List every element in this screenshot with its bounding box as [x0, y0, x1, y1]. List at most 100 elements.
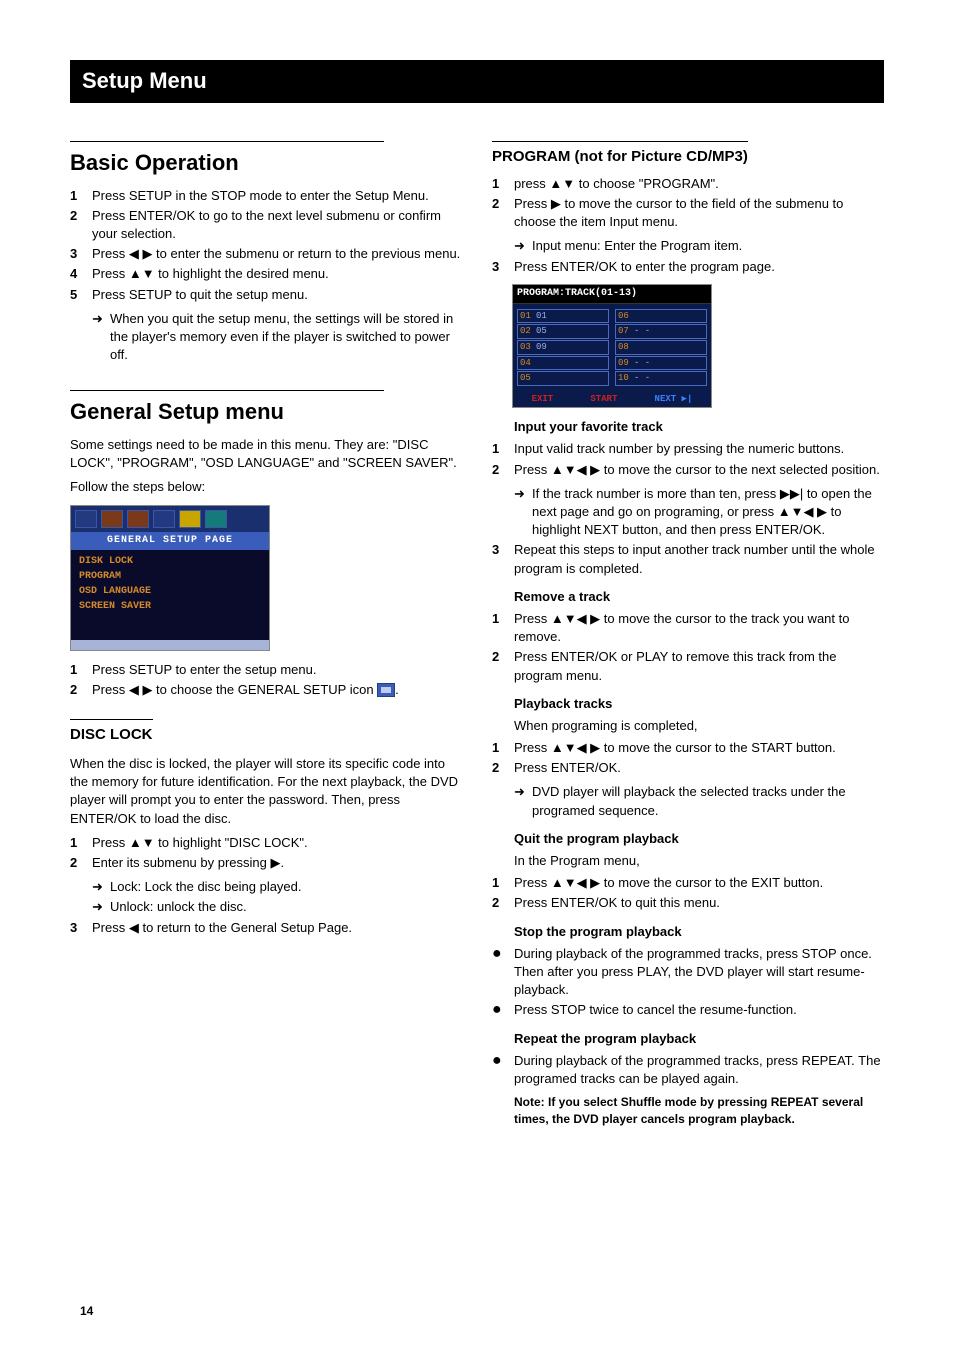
general-setup-heading: General Setup menu	[70, 390, 384, 428]
bullet-text: During playback of the programmed tracks…	[514, 1052, 884, 1088]
input-fav-step3: 3Repeat this steps to input another trac…	[492, 541, 884, 577]
repeat-note: Note: If you select Shuffle mode by pres…	[514, 1094, 884, 1128]
playback-sub: ➜DVD player will playback the selected t…	[514, 783, 884, 819]
osd-tabs	[71, 506, 269, 532]
right-column: PROGRAM (not for Picture CD/MP3) 1press …	[492, 131, 884, 1132]
osd-item: OSD LANGUAGE	[79, 585, 261, 599]
basic-note: ➜ When you quit the setup menu, the sett…	[92, 310, 462, 365]
quit-intro: In the Program menu,	[514, 852, 884, 870]
step-text: Repeat this steps to input another track…	[514, 541, 884, 577]
disc-lock-step3: 3Press ◀ to return to the General Setup …	[70, 919, 462, 937]
step-text: Press SETUP to enter the setup menu.	[92, 661, 462, 679]
arrow-icon: ➜	[514, 237, 532, 255]
arrow-icon: ➜	[514, 783, 532, 819]
osd-start: START	[590, 393, 617, 406]
step-text: Press SETUP in the STOP mode to enter th…	[92, 187, 462, 205]
general-intro-2: Follow the steps below:	[70, 478, 462, 496]
program-osd: PROGRAM:TRACK(01-13) 0101 0205 0309 04 0…	[512, 284, 712, 409]
bullet-icon: ●	[492, 1001, 514, 1019]
bullet-icon: ●	[492, 945, 514, 1000]
step-text: Press ▲▼ to highlight the desired menu.	[92, 265, 462, 283]
osd-header: PROGRAM:TRACK(01-13)	[513, 285, 711, 304]
step-text: press ▲▼ to choose "PROGRAM".	[514, 175, 884, 193]
osd-cell: 0101	[517, 309, 609, 324]
osd-exit: EXIT	[532, 393, 554, 406]
input-fav-sub: ➜If the track number is more than ten, p…	[514, 485, 884, 540]
page-header: Setup Menu	[70, 60, 884, 103]
bullet-text: Press STOP twice to cancel the resume-fu…	[514, 1001, 884, 1019]
basic-operation-heading: Basic Operation	[70, 141, 384, 179]
osd-tab-icon	[179, 510, 201, 528]
osd-cell: 0309	[517, 340, 609, 355]
disc-lock-steps: 1Press ▲▼ to highlight "DISC LOCK". 2Ent…	[70, 834, 462, 872]
program-steps: 1press ▲▼ to choose "PROGRAM". 2Press ▶ …	[492, 175, 884, 232]
osd-cell: 07- -	[615, 324, 707, 339]
osd-cell: 04	[517, 356, 609, 371]
osd-title: GENERAL SETUP PAGE	[71, 532, 269, 550]
disc-lock-sub: ➜Lock: Lock the disc being played.	[92, 878, 462, 896]
step-text: Press ENTER/OK.	[514, 759, 884, 777]
osd-tab-icon	[101, 510, 123, 528]
osd-cell: 08	[615, 340, 707, 355]
general-setup-osd: GENERAL SETUP PAGE DISK LOCK PROGRAM OSD…	[70, 505, 270, 651]
osd-item: SCREEN SAVER	[79, 600, 261, 614]
remove-steps: 1Press ▲▼◀ ▶ to move the cursor to the t…	[492, 610, 884, 685]
step-text: Press ENTER/OK to quit this menu.	[514, 894, 884, 912]
repeat-heading: Repeat the program playback	[514, 1030, 884, 1048]
general-setup-steps: 1Press SETUP to enter the setup menu. 2P…	[70, 661, 462, 699]
osd-col: 06 07- - 08 09- - 10- -	[615, 308, 707, 387]
osd-cell: 06	[615, 309, 707, 324]
step-text: Press ◀ ▶ to choose the GENERAL SETUP ic…	[92, 681, 462, 699]
osd-cell: 10- -	[615, 371, 707, 386]
step-text: Press ◀ ▶ to enter the submenu or return…	[92, 245, 462, 263]
osd-next: NEXT ▶|	[655, 393, 693, 406]
arrow-icon: ➜	[92, 310, 110, 365]
quit-heading: Quit the program playback	[514, 830, 884, 848]
osd-cell: 0205	[517, 324, 609, 339]
input-fav-steps: 1Input valid track number by pressing th…	[492, 440, 884, 478]
step-text: Press ENTER/OK or PLAY to remove this tr…	[514, 648, 884, 684]
step-text: Press ENTER/OK to go to the next level s…	[92, 207, 462, 243]
osd-cell: 09- -	[615, 356, 707, 371]
osd-footer	[71, 640, 269, 650]
program-step3: 3Press ENTER/OK to enter the program pag…	[492, 258, 884, 276]
playback-heading: Playback tracks	[514, 695, 884, 713]
osd-item: PROGRAM	[79, 570, 261, 584]
step-text: Enter its submenu by pressing ▶.	[92, 854, 462, 872]
osd-body: DISK LOCK PROGRAM OSD LANGUAGE SCREEN SA…	[71, 550, 269, 640]
page-number: 14	[80, 1303, 93, 1320]
step-text: Press ▲▼◀ ▶ to move the cursor to the ST…	[514, 739, 884, 757]
disc-lock-heading: DISC LOCK	[70, 719, 153, 745]
osd-grid: 0101 0205 0309 04 05 06 07- - 08 09- - 1…	[513, 304, 711, 391]
osd-tab-icon	[127, 510, 149, 528]
arrow-icon: ➜	[514, 485, 532, 540]
arrow-icon: ➜	[92, 878, 110, 896]
disc-lock-intro: When the disc is locked, the player will…	[70, 755, 462, 828]
osd-tab-icon	[75, 510, 97, 528]
step-text: Press ◀ to return to the General Setup P…	[92, 919, 462, 937]
osd-item: DISK LOCK	[79, 555, 261, 569]
osd-tab-icon	[205, 510, 227, 528]
general-intro-1: Some settings need to be made in this me…	[70, 436, 462, 472]
stop-bullets: ●During playback of the programmed track…	[492, 945, 884, 1020]
osd-foot: EXIT START NEXT ▶|	[513, 391, 711, 408]
basic-operation-steps: 1Press SETUP in the STOP mode to enter t…	[70, 187, 462, 304]
program-sub: ➜Input menu: Enter the Program item.	[514, 237, 884, 255]
step-text: Press ENTER/OK to enter the program page…	[514, 258, 884, 276]
arrow-icon: ➜	[92, 898, 110, 916]
input-fav-heading: Input your favorite track	[514, 418, 884, 436]
osd-tab-icon	[153, 510, 175, 528]
step-text: Press ▲▼◀ ▶ to move the cursor to the ne…	[514, 461, 884, 479]
playback-intro: When programing is completed,	[514, 717, 884, 735]
step-text: Press SETUP to quit the setup menu.	[92, 286, 462, 304]
step-text: Press ▶ to move the cursor to the field …	[514, 195, 884, 231]
disc-lock-sub: ➜Unlock: unlock the disc.	[92, 898, 462, 916]
stop-heading: Stop the program playback	[514, 923, 884, 941]
program-heading: PROGRAM (not for Picture CD/MP3)	[492, 141, 748, 167]
content-columns: Basic Operation 1Press SETUP in the STOP…	[70, 131, 884, 1132]
repeat-bullets: ●During playback of the programmed track…	[492, 1052, 884, 1088]
osd-col: 0101 0205 0309 04 05	[517, 308, 609, 387]
step-text: Press ▲▼◀ ▶ to move the cursor to the tr…	[514, 610, 884, 646]
left-column: Basic Operation 1Press SETUP in the STOP…	[70, 131, 462, 1132]
step-text: Press ▲▼◀ ▶ to move the cursor to the EX…	[514, 874, 884, 892]
